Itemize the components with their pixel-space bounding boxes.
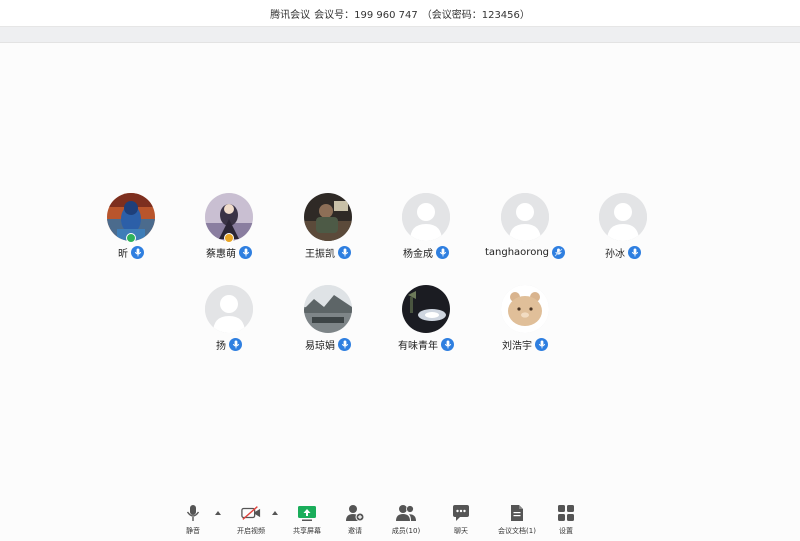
- sub-bar: [0, 27, 800, 43]
- microphone-icon: [338, 245, 351, 259]
- microphone-icon: [628, 245, 641, 259]
- meeting-toolbar: 静音 开启视频 共享屏幕 邀请 成员(10) 聊天 会议文档(1) 设置: [0, 499, 800, 541]
- microphone-icon: [441, 337, 454, 351]
- audio-options-caret[interactable]: [214, 509, 222, 517]
- start-video-button[interactable]: 开启视频: [233, 503, 269, 537]
- meeting-id: 会议号：199 960 747: [314, 9, 418, 21]
- microphone-speaking-icon: [552, 245, 565, 259]
- video-off-icon: [241, 503, 261, 523]
- mute-button[interactable]: 静音: [178, 503, 208, 537]
- members-icon: [396, 503, 416, 523]
- meeting-password: （会议密码：123456）: [421, 9, 530, 21]
- participant-name: 杨金成: [403, 248, 433, 260]
- host-badge-icon: [126, 233, 136, 248]
- participant-tile[interactable]: 易琼娟: [283, 285, 373, 357]
- participant-name: 王振凯: [305, 248, 335, 260]
- participant-tile[interactable]: 孙冰: [578, 193, 668, 265]
- default-avatar-icon: [205, 285, 253, 333]
- microphone-icon: [239, 245, 252, 259]
- participant-name: 刘浩宇: [502, 340, 532, 352]
- participant-tile[interactable]: 王振凯: [283, 193, 373, 265]
- avatar: [304, 285, 352, 333]
- chat-label: 聊天: [454, 527, 468, 535]
- meeting-docs-button[interactable]: 会议文档(1): [497, 503, 537, 537]
- microphone-icon: [229, 337, 242, 351]
- avatar: [501, 285, 549, 333]
- participant-name: 孙冰: [605, 248, 625, 260]
- settings-grid-icon: [556, 503, 576, 523]
- docs-label: 会议文档(1): [498, 527, 536, 535]
- video-options-caret[interactable]: [271, 509, 279, 517]
- microphone-icon: [535, 337, 548, 351]
- default-avatar-icon: [501, 193, 549, 241]
- app-name: 腾讯会议: [270, 9, 311, 21]
- default-avatar-icon: [402, 193, 450, 241]
- invite-button[interactable]: 邀请: [342, 503, 368, 537]
- document-icon: [507, 503, 527, 523]
- members-button[interactable]: 成员(10): [389, 503, 423, 537]
- invite-label: 邀请: [348, 527, 362, 535]
- default-avatar-icon: [599, 193, 647, 241]
- avatar: [304, 193, 352, 241]
- microphone-icon: [436, 245, 449, 259]
- participant-name: 扬: [216, 340, 226, 352]
- share-screen-icon: [297, 503, 317, 523]
- participant-tile[interactable]: tanghaorong: [480, 193, 570, 265]
- title-bar: 腾讯会议 会议号：199 960 747 （会议密码：123456）: [0, 0, 800, 27]
- participant-tile[interactable]: 刘浩宇: [480, 285, 570, 357]
- settings-label: 设置: [559, 527, 573, 535]
- participant-name: 易琼娟: [305, 340, 335, 352]
- cohost-badge-icon: [224, 233, 234, 248]
- participants-grid: 昕 蔡惠萌 王振凯 杨金成 tanghaorong 孙冰 扬 易琼娟 有味青年 …: [0, 44, 800, 499]
- chat-button[interactable]: 聊天: [449, 503, 473, 537]
- participant-name: tanghaorong: [484, 246, 549, 258]
- participant-tile[interactable]: 昕: [86, 193, 176, 265]
- microphone-icon: [338, 337, 351, 351]
- participant-tile[interactable]: 杨金成: [381, 193, 471, 265]
- share-screen-button[interactable]: 共享屏幕: [291, 503, 323, 537]
- mute-label: 静音: [186, 527, 200, 535]
- video-label: 开启视频: [237, 527, 265, 535]
- members-label: 成员(10): [391, 527, 421, 535]
- chat-icon: [451, 503, 471, 523]
- settings-button[interactable]: 设置: [554, 503, 578, 537]
- add-user-icon: [345, 503, 365, 523]
- microphone-icon: [183, 503, 203, 523]
- participant-tile[interactable]: 有味青年: [381, 285, 471, 357]
- participant-tile[interactable]: 蔡惠萌: [184, 193, 274, 265]
- avatar: [402, 285, 450, 333]
- share-label: 共享屏幕: [293, 527, 321, 535]
- participant-tile[interactable]: 扬: [184, 285, 274, 357]
- participant-name: 有味青年: [398, 340, 438, 352]
